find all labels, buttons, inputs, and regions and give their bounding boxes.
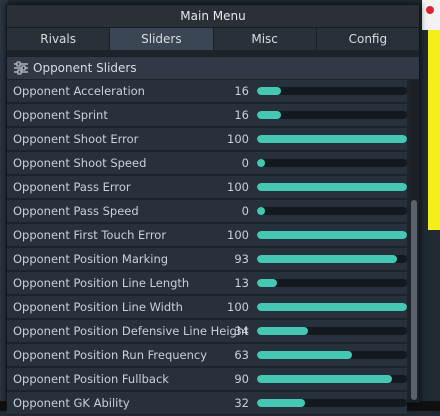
slider-value: 100 [227, 300, 249, 314]
window-title[interactable]: Main Menu [7, 5, 419, 28]
slider-track[interactable] [257, 327, 407, 335]
background-game [422, 0, 440, 30]
slider-label: Opponent Position Fullback [13, 372, 169, 386]
slider-row[interactable]: Opponent Position Marking 93 [7, 248, 407, 271]
slider-label: Opponent Position Defensive Line Height [13, 324, 249, 338]
slider-track[interactable] [257, 255, 407, 263]
slider-label: Opponent Pass Speed [13, 204, 139, 218]
slider-value: 34 [234, 324, 249, 338]
slider-fill[interactable] [257, 111, 281, 119]
slider-row[interactable]: Opponent Shoot Error 100 [7, 128, 407, 151]
slider-value: 90 [234, 372, 249, 386]
slider-fill[interactable] [257, 159, 265, 167]
background-game [426, 6, 434, 14]
background-game [428, 30, 440, 230]
slider-fill[interactable] [257, 303, 407, 311]
slider-track[interactable] [257, 159, 407, 167]
slider-label: Opponent Sprint [13, 108, 108, 122]
slider-fill[interactable] [257, 135, 407, 143]
slider-row[interactable]: Opponent Pass Error 100 [7, 176, 407, 199]
slider-row[interactable]: Opponent Position Defensive Line Height 3… [7, 320, 407, 343]
slider-fill[interactable] [257, 183, 407, 191]
slider-row[interactable]: Opponent GK Ability 32 [7, 392, 407, 415]
section-header-opponent-sliders[interactable]: Opponent Sliders [7, 56, 419, 79]
slider-fill[interactable] [257, 327, 308, 335]
slider-value: 32 [234, 396, 249, 410]
slider-value: 63 [234, 348, 249, 362]
slider-track[interactable] [257, 135, 407, 143]
tab-rivals[interactable]: Rivals [7, 28, 111, 50]
slider-fill[interactable] [257, 87, 281, 95]
slider-fill[interactable] [257, 255, 397, 263]
scrollbar-thumb[interactable] [411, 200, 417, 400]
sliders-icon [14, 61, 28, 75]
slider-fill[interactable] [257, 375, 392, 383]
section-title: Opponent Sliders [33, 61, 137, 75]
slider-track[interactable] [257, 207, 407, 215]
slider-track[interactable] [257, 375, 407, 383]
slider-track[interactable] [257, 231, 407, 239]
slider-row[interactable]: Opponent Position Line Length 13 [7, 272, 407, 295]
slider-fill[interactable] [257, 231, 407, 239]
slider-label: Opponent Acceleration [13, 84, 145, 98]
slider-fill[interactable] [257, 351, 352, 359]
tab-bar: Rivals Sliders Misc Config [7, 28, 419, 51]
slider-list: Opponent Acceleration 16 Opponent Sprint 16… [7, 80, 407, 416]
slider-value: 100 [227, 132, 249, 146]
tab-misc[interactable]: Misc [213, 28, 317, 50]
slider-label: Opponent Position Line Length [13, 276, 190, 290]
slider-track[interactable] [257, 351, 407, 359]
slider-track[interactable] [257, 183, 407, 191]
slider-row[interactable]: Opponent Position Fullback 90 [7, 368, 407, 391]
slider-value: 16 [234, 84, 249, 98]
slider-track[interactable] [257, 111, 407, 119]
slider-fill[interactable] [257, 279, 277, 287]
slider-value: 93 [234, 252, 249, 266]
slider-row[interactable]: Opponent Position Line Width 100 [7, 296, 407, 319]
slider-row[interactable]: Opponent First Touch Error 100 [7, 224, 407, 247]
slider-track[interactable] [257, 87, 407, 95]
tab-config[interactable]: Config [316, 28, 419, 50]
main-menu-window: Main Menu Rivals Sliders Misc Config Opp… [6, 4, 420, 415]
slider-value: 16 [234, 108, 249, 122]
slider-value: 0 [241, 156, 249, 170]
slider-track[interactable] [257, 279, 407, 287]
slider-label: Opponent GK Ability [13, 396, 130, 410]
slider-label: Opponent Shoot Error [13, 132, 139, 146]
slider-row[interactable]: Opponent Pass Speed 0 [7, 200, 407, 223]
slider-label: Opponent First Touch Error [13, 228, 167, 242]
slider-label: Opponent Pass Error [13, 180, 131, 194]
slider-row[interactable]: Opponent Position Run Frequency 63 [7, 344, 407, 367]
slider-row[interactable]: Opponent Sprint 16 [7, 104, 407, 127]
slider-fill[interactable] [257, 207, 265, 215]
tab-sliders[interactable]: Sliders [110, 28, 214, 50]
slider-value: 100 [227, 228, 249, 242]
slider-label: Opponent Position Line Width [13, 300, 183, 314]
slider-track[interactable] [257, 303, 407, 311]
slider-row[interactable]: Opponent Acceleration 16 [7, 80, 407, 103]
slider-label: Opponent Position Run Frequency [13, 348, 208, 362]
slider-value: 0 [241, 204, 249, 218]
sliders-panel: Opponent Sliders Opponent Acceleration 16… [7, 50, 419, 415]
slider-fill[interactable] [257, 399, 305, 407]
slider-row[interactable]: Opponent Shoot Speed 0 [7, 152, 407, 175]
slider-value: 13 [234, 276, 249, 290]
slider-value: 100 [227, 180, 249, 194]
slider-track[interactable] [257, 399, 407, 407]
slider-label: Opponent Shoot Speed [13, 156, 147, 170]
slider-label: Opponent Position Marking [13, 252, 169, 266]
